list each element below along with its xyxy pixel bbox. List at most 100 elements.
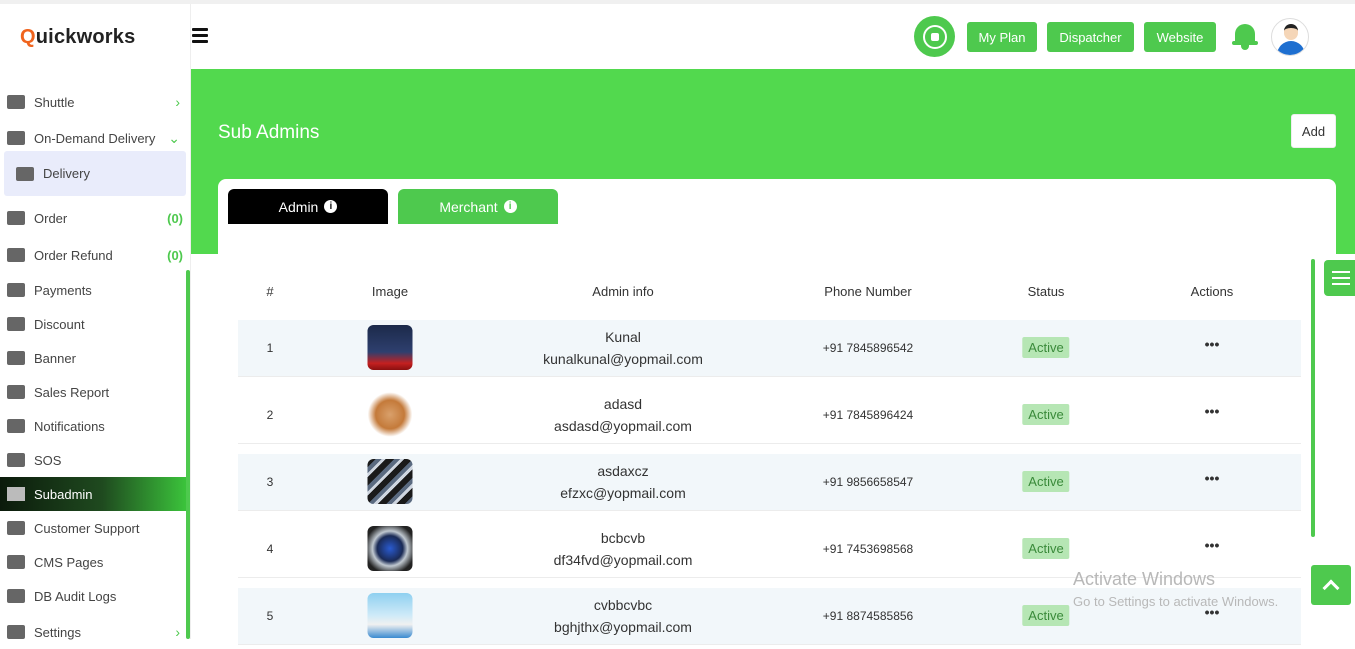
- sidebar-item-order[interactable]: Order (0): [0, 201, 186, 235]
- chevron-right-icon: ›: [175, 94, 180, 110]
- page-title: Sub Admins: [218, 122, 320, 143]
- avatar[interactable]: [1271, 18, 1309, 56]
- sidebar-item-shuttle[interactable]: Shuttle ›: [0, 85, 186, 119]
- sidebar-item-order-refund[interactable]: Order Refund (0): [0, 238, 186, 272]
- column-header-index: #: [266, 284, 274, 299]
- sidebar-item-label: Payments: [34, 282, 92, 298]
- bag-icon: [7, 211, 25, 225]
- scroll-to-top-button[interactable]: [1311, 565, 1351, 605]
- notification-bell-icon[interactable]: [1232, 22, 1258, 50]
- sidebar-item-sos[interactable]: SOS: [0, 443, 186, 477]
- row-index: 4: [266, 542, 274, 556]
- sidebar-item-label: Settings: [34, 624, 81, 640]
- column-header-admin-info: Admin info: [592, 284, 654, 299]
- column-header-actions: Actions: [1190, 284, 1234, 299]
- support-icon: [7, 521, 25, 535]
- tab-label: Merchant: [439, 198, 498, 215]
- sidebar-item-label: Order Refund: [34, 247, 113, 263]
- sidebar-item-delivery[interactable]: Delivery: [4, 151, 186, 196]
- whatsapp-icon[interactable]: [914, 16, 955, 57]
- more-actions-icon[interactable]: •••: [1205, 336, 1220, 352]
- sidebar-item-customer-support[interactable]: Customer Support: [0, 511, 186, 545]
- column-header-phone: Phone Number: [824, 284, 912, 299]
- admin-phone: +91 9856658547: [822, 475, 914, 489]
- sidebar-item-label: Banner: [34, 350, 76, 366]
- sidebar-item-db-audit-logs[interactable]: DB Audit Logs: [0, 579, 186, 613]
- admin-photo: [367, 593, 413, 638]
- my-plan-button[interactable]: My Plan: [967, 22, 1037, 52]
- brand-logo[interactable]: Quickworks: [20, 26, 135, 49]
- more-actions-icon[interactable]: •••: [1205, 537, 1220, 553]
- chevron-right-icon: ›: [175, 624, 180, 640]
- sidebar-item-settings[interactable]: Settings ›: [0, 615, 186, 649]
- admin-phone: +91 7845896424: [822, 408, 914, 422]
- table-header: # Image Admin info Phone Number Status A…: [238, 279, 1301, 319]
- sidebar-item-label: Shuttle: [34, 94, 75, 110]
- sidebar-item-cms-pages[interactable]: CMS Pages: [0, 545, 186, 579]
- admin-photo: [367, 325, 413, 370]
- admin-name: adasd: [603, 396, 643, 412]
- tab-admin[interactable]: Admin i: [228, 189, 388, 224]
- admin-email: df34fvd@yopmail.com: [553, 552, 693, 568]
- sidebar-item-payments[interactable]: Payments: [0, 273, 186, 307]
- admin-phone: +91 7845896542: [822, 341, 914, 355]
- admin-phone: +91 8874585856: [822, 609, 914, 623]
- sidebar-item-subadmin[interactable]: Subadmin: [0, 477, 186, 511]
- table-row: 3 asdaxcz efzxc@yopmail.com +91 98566585…: [238, 454, 1301, 511]
- menu-toggle-icon[interactable]: [192, 28, 208, 43]
- row-index: 5: [266, 609, 274, 623]
- bus-icon: [7, 95, 25, 109]
- sidebar-item-sales-report[interactable]: Sales Report: [0, 375, 186, 409]
- code-icon: [7, 555, 25, 569]
- sidebar-item-label: Subadmin: [34, 486, 93, 502]
- sidebar-item-label: DB Audit Logs: [34, 588, 117, 604]
- discount-icon: [7, 317, 25, 331]
- sidebar-item-label: Customer Support: [34, 520, 140, 536]
- top-border: [0, 0, 1355, 4]
- table-row: 2 adasd asdasd@yopmail.com +91 784589642…: [238, 387, 1301, 444]
- more-actions-icon[interactable]: •••: [1205, 403, 1220, 419]
- admin-photo: [367, 459, 413, 504]
- sidebar-item-label: Notifications: [34, 418, 105, 434]
- sidebar-item-notifications[interactable]: Notifications: [0, 409, 186, 443]
- table-row: 1 Kunal kunalkunal@yopmail.com +91 78458…: [238, 320, 1301, 377]
- info-icon: i: [503, 200, 517, 213]
- filter-sliders-icon[interactable]: [1324, 260, 1355, 296]
- image-icon: [7, 351, 25, 365]
- column-header-image: Image: [371, 284, 409, 299]
- database-icon: [7, 589, 25, 603]
- dispatcher-button[interactable]: Dispatcher: [1047, 22, 1134, 52]
- more-actions-icon[interactable]: •••: [1205, 470, 1220, 486]
- website-button[interactable]: Website: [1144, 22, 1216, 52]
- admin-phone: +91 7453698568: [822, 542, 914, 556]
- row-index: 1: [266, 341, 274, 355]
- admin-email: efzxc@yopmail.com: [560, 485, 686, 501]
- sidebar-item-on-demand-delivery[interactable]: On-Demand Delivery ⌄: [0, 121, 186, 155]
- alarm-icon: [7, 453, 25, 467]
- status-badge: Active: [1022, 605, 1070, 626]
- admin-name: cvbbcvbc: [593, 597, 653, 613]
- bag-icon: [7, 248, 25, 262]
- sidebar-scrollbar[interactable]: [186, 270, 190, 639]
- sidebar-item-label: SOS: [34, 452, 62, 468]
- gear-icon: [7, 625, 25, 639]
- admin-photo: [367, 526, 413, 571]
- bell-icon: [7, 419, 25, 433]
- sidebar-item-label: Delivery: [43, 166, 90, 181]
- sidebar-item-label: On-Demand Delivery: [34, 130, 156, 146]
- car-icon: [7, 131, 25, 145]
- sidebar-item-banner[interactable]: Banner: [0, 341, 186, 375]
- admin-email: kunalkunal@yopmail.com: [543, 351, 703, 367]
- table-scrollbar[interactable]: [1311, 259, 1315, 537]
- add-button[interactable]: Add: [1291, 114, 1336, 148]
- chevron-up-icon: [1322, 579, 1340, 597]
- sidebar-item-label: Discount: [34, 316, 85, 332]
- order-count-badge: (0): [167, 210, 183, 226]
- status-badge: Active: [1022, 471, 1070, 492]
- status-badge: Active: [1022, 538, 1070, 559]
- sidebar-item-discount[interactable]: Discount: [0, 307, 186, 341]
- tab-merchant[interactable]: Merchant i: [398, 189, 558, 224]
- column-header-status: Status: [1027, 284, 1065, 299]
- admin-name: asdaxcz: [597, 463, 649, 479]
- users-icon: [7, 487, 25, 501]
